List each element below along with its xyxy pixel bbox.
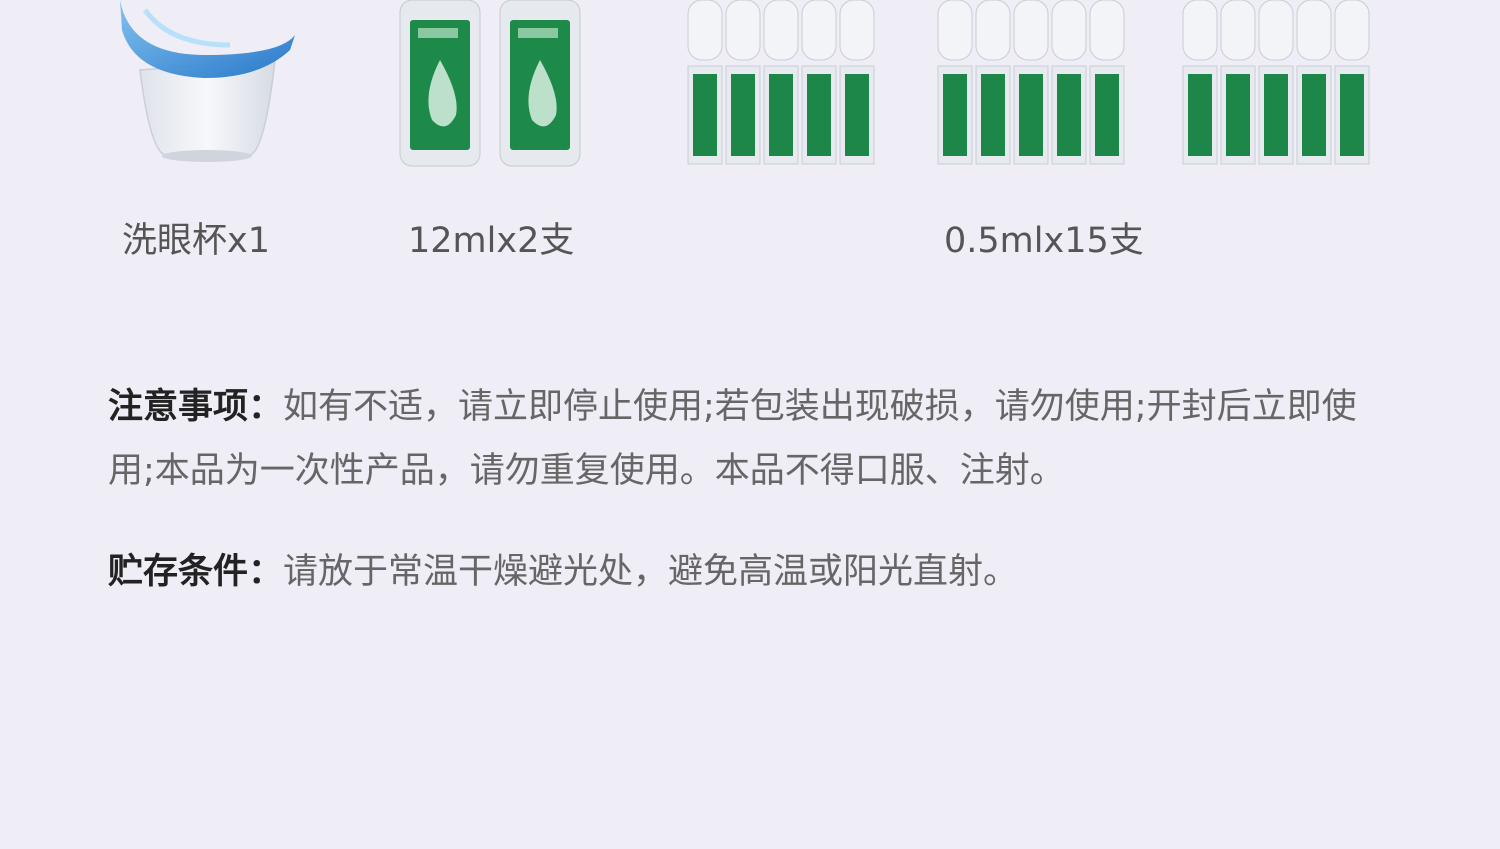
precautions-paragraph: 注意事项：如有不适，请立即停止使用;若包装出现破损，请勿使用;开封后立即使用;本…	[108, 375, 1398, 503]
single-dose-vial-image	[1181, 0, 1373, 166]
single-dose-vial-image	[936, 0, 1128, 166]
eye-drop-bottle-image	[498, 0, 583, 168]
bottles-caption: 12mlx2支	[408, 221, 575, 261]
precautions-text: 如有不适，请立即停止使用;若包装出现破损，请勿使用;开封后立即使用;本品为一次性…	[108, 387, 1357, 491]
storage-label: 贮存条件：	[108, 552, 284, 592]
precautions-label: 注意事项：	[108, 387, 284, 427]
single-dose-vial-image	[686, 0, 878, 166]
vials-caption: 0.5mlx15支	[944, 221, 1144, 261]
storage-text: 请放于常温干燥避光处，避免高温或阳光直射。	[283, 552, 1019, 592]
cup-caption: 洗眼杯x1	[122, 221, 270, 261]
product-contents	[0, 0, 1500, 170]
eye-wash-cup-image	[110, 0, 300, 170]
storage-paragraph: 贮存条件：请放于常温干燥避光处，避免高温或阳光直射。	[108, 540, 1398, 604]
eye-drop-bottle-image	[398, 0, 483, 168]
